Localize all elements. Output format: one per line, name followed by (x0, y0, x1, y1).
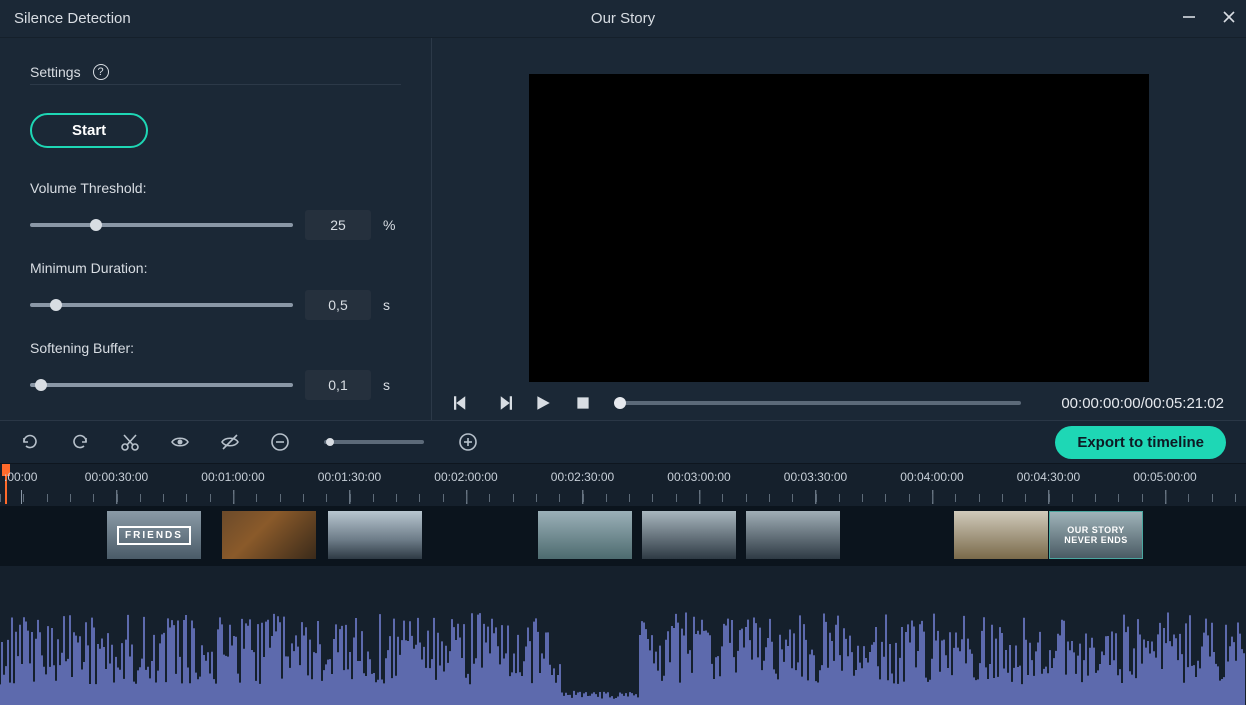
timeline-toolbar: Export to timeline (0, 420, 1246, 464)
clip-thumbnail[interactable] (222, 511, 316, 559)
clip-thumbnail[interactable] (642, 511, 736, 559)
minimize-button[interactable] (1182, 10, 1196, 27)
ruler-label: 00:03:00:00 (667, 470, 730, 484)
clip-row[interactable]: FRIENDS OUR STORY NEVER ENDS (0, 506, 1246, 566)
minimum-duration-slider[interactable] (30, 303, 293, 307)
settings-panel: Settings ? Start Volume Threshold: 25 % … (0, 38, 432, 420)
volume-threshold-slider[interactable] (30, 223, 293, 227)
time-ruler[interactable]: :00:00 00:00:30:00 00:01:00:00 00:01:30:00 0… (0, 464, 1246, 504)
start-button[interactable]: Start (30, 113, 148, 148)
progress-slider[interactable] (620, 401, 1021, 405)
zoom-slider[interactable] (324, 440, 424, 444)
ruler-label: 00:00:30:00 (85, 470, 148, 484)
show-icon[interactable] (170, 432, 190, 452)
project-title: Our Story (591, 10, 655, 27)
clip-thumbnail[interactable] (538, 511, 632, 559)
redo-button[interactable] (70, 432, 90, 452)
waveform-row[interactable] (0, 566, 1246, 705)
minimum-duration-label: Minimum Duration: (30, 260, 401, 276)
volume-threshold-input[interactable]: 25 (305, 210, 371, 240)
clip-thumbnail[interactable] (746, 511, 840, 559)
ruler-label: 00:03:30:00 (784, 470, 847, 484)
ruler-label: 00:01:30:00 (318, 470, 381, 484)
ruler-label: :00:00 (4, 470, 37, 484)
volume-threshold-label: Volume Threshold: (30, 180, 401, 196)
cut-icon[interactable] (120, 432, 140, 452)
time-readout: 00:00:00:00/00:05:21:02 (1061, 395, 1224, 412)
ruler-label: 00:02:30:00 (551, 470, 614, 484)
softening-buffer-label: Softening Buffer: (30, 340, 401, 356)
ruler-label: 00:05:00:00 (1133, 470, 1196, 484)
clip-overlay-text: OUR STORY NEVER ENDS (1050, 512, 1142, 558)
zoom-out-button[interactable] (270, 432, 290, 452)
play-button[interactable] (534, 394, 552, 412)
clip-thumbnail[interactable]: OUR STORY NEVER ENDS (1049, 511, 1143, 559)
ruler-label: 00:04:00:00 (900, 470, 963, 484)
softening-buffer-input[interactable]: 0,1 (305, 370, 371, 400)
softening-buffer-slider[interactable] (30, 383, 293, 387)
ruler-label: 00:01:00:00 (201, 470, 264, 484)
transport-bar: 00:00:00:00/00:05:21:02 (432, 382, 1246, 420)
timeline: :00:00 00:00:30:00 00:01:00:00 00:01:30:00 0… (0, 464, 1246, 705)
app-title: Silence Detection (14, 10, 131, 27)
stop-button[interactable] (574, 394, 592, 412)
ruler-label: 00:02:00:00 (434, 470, 497, 484)
minimum-duration-unit: s (383, 297, 401, 313)
undo-button[interactable] (20, 432, 40, 452)
clip-thumbnail[interactable] (954, 511, 1048, 559)
titlebar: Silence Detection Our Story (0, 0, 1246, 38)
hide-icon[interactable] (220, 432, 240, 452)
clip-thumbnail[interactable]: FRIENDS (107, 511, 201, 559)
help-icon[interactable]: ? (93, 64, 109, 80)
close-button[interactable] (1222, 10, 1236, 27)
export-to-timeline-button[interactable]: Export to timeline (1055, 426, 1226, 459)
video-preview[interactable] (529, 74, 1149, 382)
settings-label: Settings (30, 64, 81, 80)
preview-panel: 00:00:00:00/00:05:21:02 (432, 38, 1246, 420)
minimum-duration-input[interactable]: 0,5 (305, 290, 371, 320)
step-back-button[interactable] (454, 394, 472, 412)
clip-overlay-text: FRIENDS (107, 511, 201, 559)
zoom-in-button[interactable] (458, 432, 478, 452)
clip-thumbnail[interactable] (328, 511, 422, 559)
volume-threshold-unit: % (383, 217, 401, 233)
ruler-label: 00:04:30:00 (1017, 470, 1080, 484)
softening-buffer-unit: s (383, 377, 401, 393)
step-forward-button[interactable] (494, 394, 512, 412)
